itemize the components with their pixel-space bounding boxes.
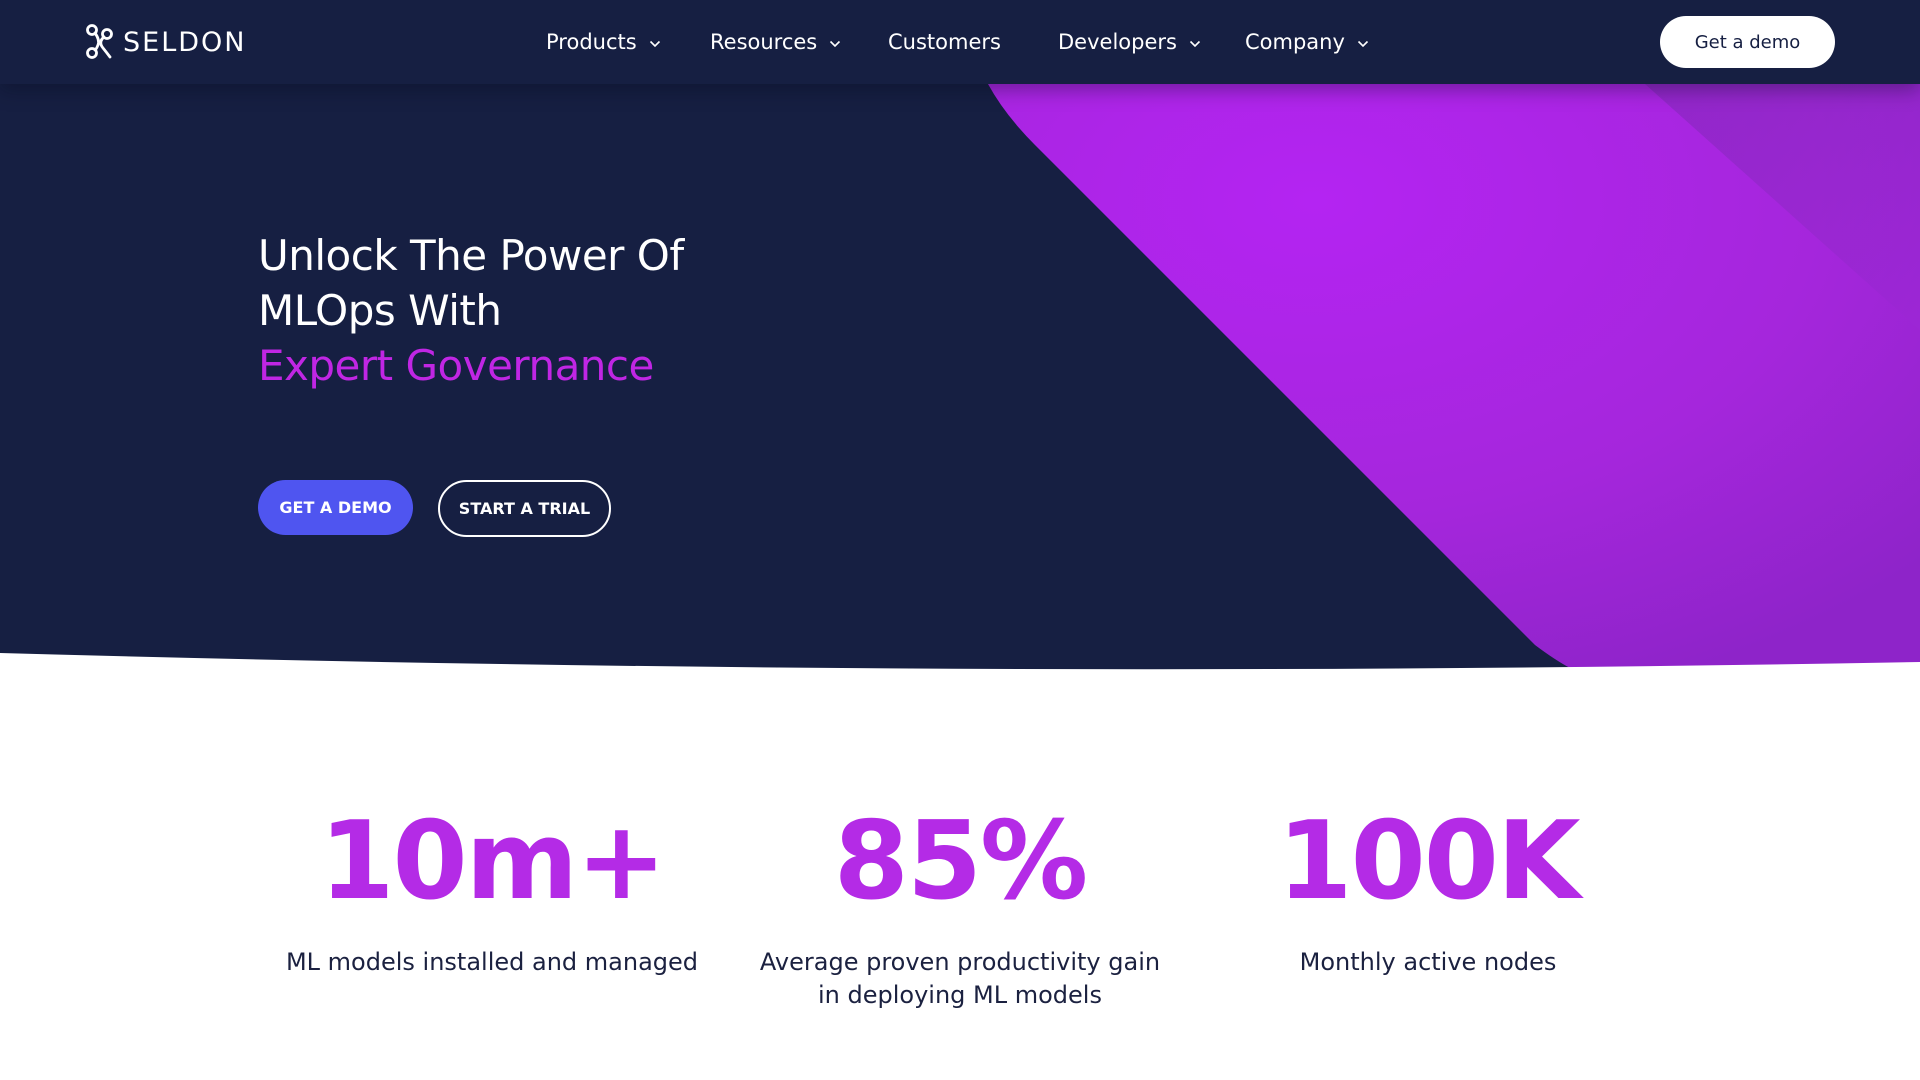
stat-label: Average proven productivity gain in depl… xyxy=(759,948,1161,1009)
nav-item-developers[interactable]: Developers xyxy=(1058,26,1201,58)
nav-item-label: Company xyxy=(1245,30,1345,54)
nav-item-resources[interactable]: Resources xyxy=(710,26,841,58)
stat-label: Monthly active nodes xyxy=(1299,948,1557,976)
stat-value: 100K xyxy=(1277,799,1580,924)
header-get-demo-button[interactable]: Get a demo xyxy=(1660,16,1835,68)
stat-label: ML models installed and managed xyxy=(285,948,699,976)
nav-item-label: Products xyxy=(546,30,637,54)
chevron-down-icon xyxy=(649,40,660,47)
start-a-trial-button[interactable]: START A TRIAL xyxy=(438,480,611,537)
hero-title-accent: Expert Governance xyxy=(258,341,654,390)
hero-title: Unlock The Power Of MLOps With Expert Go… xyxy=(258,228,818,393)
chevron-down-icon xyxy=(1189,40,1201,47)
get-a-demo-button[interactable]: GET A DEMO xyxy=(258,480,413,535)
stat-productivity: 85% Average proven productivity gain in … xyxy=(750,808,1170,1012)
nav-item-label: Developers xyxy=(1058,30,1177,54)
hero-title-line-2: MLOps With xyxy=(258,286,502,335)
chevron-down-icon xyxy=(830,40,841,47)
seldon-logo[interactable]: SELDON xyxy=(84,22,246,62)
chevron-down-icon xyxy=(1357,40,1368,47)
stat-models: 10m+ ML models installed and managed xyxy=(282,808,702,979)
stat-nodes: 100K Monthly active nodes xyxy=(1218,808,1638,979)
stat-value: 10m+ xyxy=(319,799,666,924)
nav-item-label: Customers xyxy=(888,30,1001,54)
nav-item-products[interactable]: Products xyxy=(546,26,661,58)
nav-item-company[interactable]: Company xyxy=(1245,26,1369,58)
seldon-logo-icon xyxy=(86,24,113,59)
hero-title-line-1: Unlock The Power Of xyxy=(258,231,684,280)
page: SELDON Products Resources Customers Deve… xyxy=(0,0,1920,1080)
top-navbar: SELDON Products Resources Customers Deve… xyxy=(0,0,1920,84)
stat-value: 85% xyxy=(833,799,1089,924)
brand-name: SELDON xyxy=(123,26,247,58)
nav-item-customers[interactable]: Customers xyxy=(888,26,1001,58)
nav-item-label: Resources xyxy=(710,30,818,54)
